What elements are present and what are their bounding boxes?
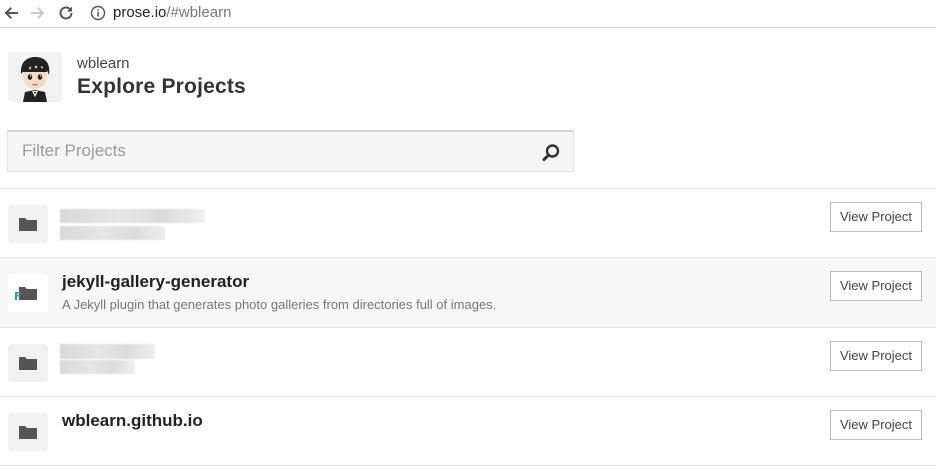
view-project-button[interactable]: View Project <box>830 410 922 440</box>
project-name[interactable]: jekyll-gallery-generator <box>62 272 249 292</box>
page-title: Explore Projects <box>77 75 246 98</box>
view-project-button[interactable]: View Project <box>830 202 922 232</box>
project-name[interactable]: wblearn.github.io <box>62 411 203 431</box>
project-row: View Project <box>0 328 936 397</box>
view-project-button[interactable]: View Project <box>830 271 922 301</box>
folder-icon <box>8 344 48 382</box>
owner-name: wblearn <box>77 55 130 72</box>
reload-icon[interactable] <box>56 3 76 23</box>
folder-icon <box>8 413 48 451</box>
forked-folder-icon: F <box>8 274 48 312</box>
redacted-project-name <box>60 344 155 359</box>
forward-arrow-icon[interactable] <box>28 3 48 23</box>
redacted-project-name <box>60 209 205 223</box>
browser-toolbar: prose.io/#wblearn <box>0 0 936 28</box>
back-arrow-icon[interactable] <box>1 3 21 23</box>
folder-icon <box>8 205 48 243</box>
project-row: F jekyll-gallery-generator A Jekyll plug… <box>0 258 936 328</box>
url-host: prose.io <box>113 4 167 21</box>
project-description: A Jekyll plugin that generates photo gal… <box>62 297 497 312</box>
info-circle-icon[interactable] <box>90 5 106 21</box>
search-icon[interactable] <box>541 143 561 163</box>
project-row: View Project <box>0 189 936 258</box>
redacted-project-description <box>60 226 165 240</box>
url-path: /#wblearn <box>166 4 232 21</box>
address-bar[interactable]: prose.io/#wblearn <box>113 4 231 22</box>
fork-badge-icon: F <box>14 290 22 303</box>
filter-projects-box <box>7 130 574 172</box>
redacted-project-description <box>60 360 135 374</box>
project-row: wblearn.github.io View Project <box>0 397 936 466</box>
view-project-button[interactable]: View Project <box>830 341 922 371</box>
project-list: View Project F jekyll-gallery-generator … <box>0 188 936 466</box>
avatar <box>8 52 62 102</box>
filter-projects-input[interactable] <box>8 132 528 170</box>
